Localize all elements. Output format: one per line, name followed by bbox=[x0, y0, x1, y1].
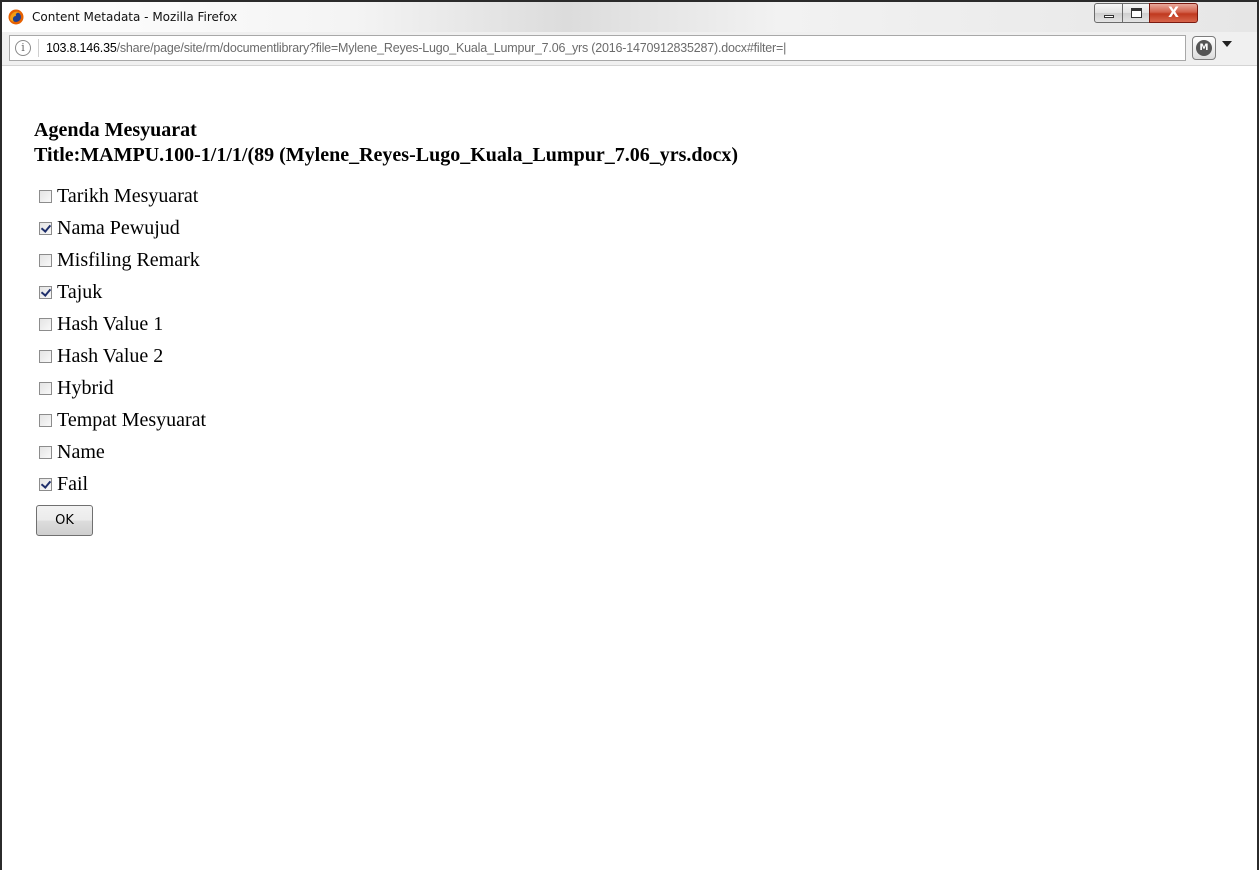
checkbox[interactable] bbox=[39, 414, 52, 427]
field-label: Hash Value 2 bbox=[57, 345, 164, 367]
url-separator bbox=[38, 39, 39, 57]
browser-window: Content Metadata - Mozilla Firefox X i 1… bbox=[0, 0, 1259, 870]
minimize-icon bbox=[1104, 15, 1114, 18]
checkbox[interactable] bbox=[39, 318, 52, 331]
navigation-bar: i 103.8.146.35/share/page/site/rm/docume… bbox=[2, 32, 1257, 65]
maximize-button[interactable] bbox=[1122, 3, 1150, 23]
checkbox[interactable] bbox=[39, 382, 52, 395]
document-title: Title:MAMPU.100-1/1/1/(89 (Mylene_Reyes-… bbox=[34, 144, 739, 166]
field-label: Fail bbox=[57, 473, 89, 495]
firefox-icon bbox=[8, 9, 24, 25]
checkbox[interactable] bbox=[39, 446, 52, 459]
dropdown-arrow-icon[interactable] bbox=[1222, 41, 1232, 47]
maximize-icon bbox=[1131, 8, 1142, 18]
close-icon: X bbox=[1168, 5, 1179, 21]
ok-button[interactable]: OK bbox=[36, 505, 93, 536]
address-bar[interactable]: i 103.8.146.35/share/page/site/rm/docume… bbox=[9, 35, 1186, 61]
field-label: Tempat Mesyuarat bbox=[57, 409, 207, 431]
checkbox[interactable] bbox=[39, 478, 52, 491]
field-label: Tajuk bbox=[57, 281, 103, 303]
close-button[interactable]: X bbox=[1149, 3, 1198, 23]
field-label: Hash Value 1 bbox=[57, 313, 164, 335]
field-label: Misfiling Remark bbox=[57, 249, 200, 271]
checkbox[interactable] bbox=[39, 350, 52, 363]
info-icon[interactable]: i bbox=[15, 40, 31, 56]
url-host: 103.8.146.35 bbox=[46, 41, 117, 55]
minimize-button[interactable] bbox=[1094, 3, 1123, 23]
checkbox[interactable] bbox=[39, 286, 52, 299]
window-title: Content Metadata - Mozilla Firefox bbox=[32, 10, 238, 24]
extension-glyph: M bbox=[1196, 40, 1212, 56]
title-bar[interactable]: Content Metadata - Mozilla Firefox X bbox=[2, 2, 1257, 32]
field-label: Hybrid bbox=[57, 377, 114, 399]
url-path: /share/page/site/rm/documentlibrary?file… bbox=[116, 41, 787, 55]
extension-icon[interactable]: M bbox=[1192, 36, 1216, 60]
page-heading: Agenda Mesyuarat bbox=[34, 119, 197, 141]
checkbox[interactable] bbox=[39, 254, 52, 267]
url-text[interactable]: 103.8.146.35/share/page/site/rm/document… bbox=[46, 41, 1181, 55]
field-label: Nama Pewujud bbox=[57, 217, 180, 239]
checkbox[interactable] bbox=[39, 222, 52, 235]
checkbox[interactable] bbox=[39, 190, 52, 203]
field-label: Name bbox=[57, 441, 105, 463]
field-label: Tarikh Mesyuarat bbox=[57, 185, 199, 207]
